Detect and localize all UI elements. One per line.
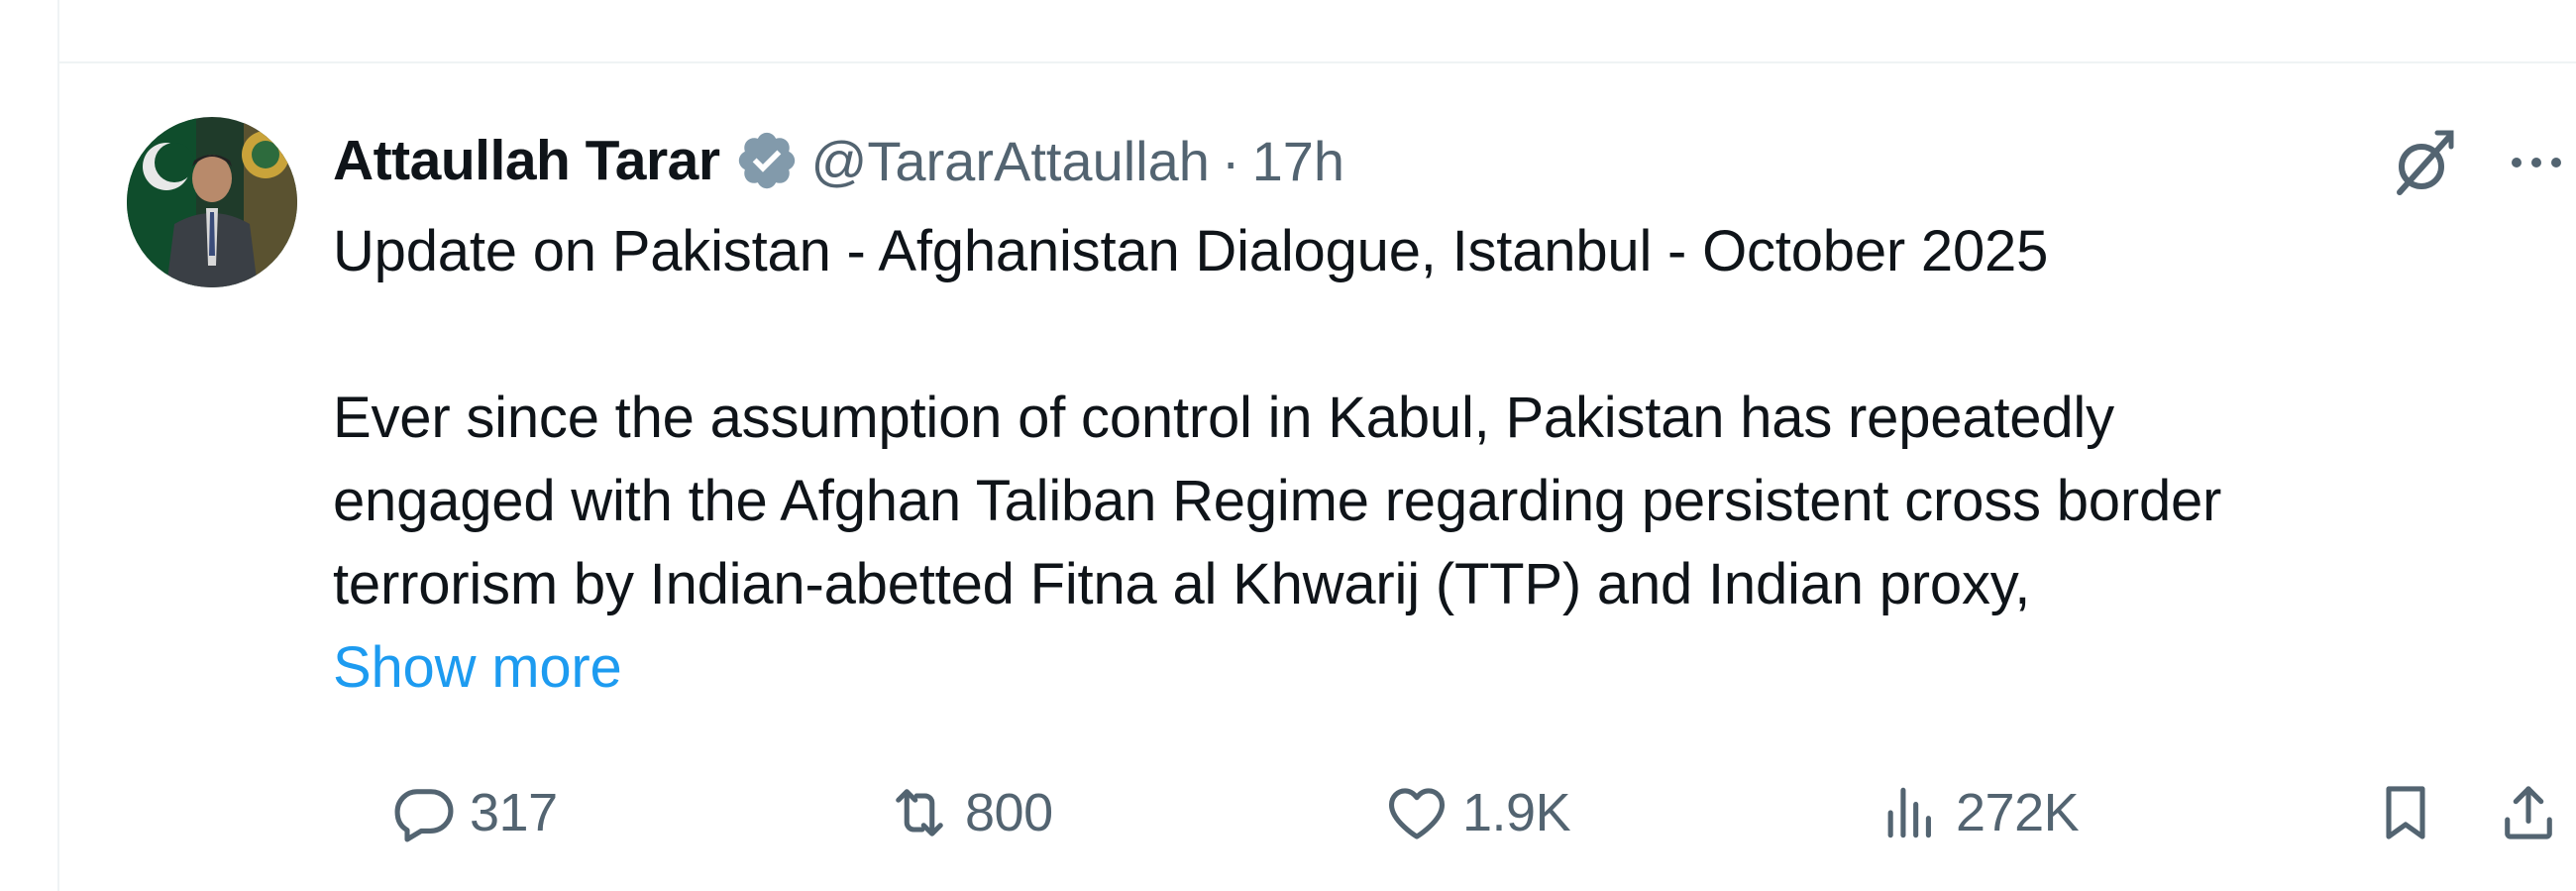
post-text-line: terrorism by Indian-abetted Fitna al Khw… bbox=[333, 552, 2031, 616]
avatar-image bbox=[127, 117, 297, 287]
verified-badge-icon[interactable] bbox=[734, 128, 800, 193]
reply-icon bbox=[394, 789, 454, 842]
repost-button[interactable]: 800 bbox=[886, 773, 1053, 852]
timeline-feed: Attaullah Tarar @TararAttaullah · 17h Up… bbox=[57, 0, 2576, 891]
grok-icon[interactable] bbox=[2386, 125, 2461, 200]
repost-icon bbox=[896, 789, 943, 836]
like-button[interactable]: 1.9K bbox=[1383, 773, 1571, 852]
paragraph-break bbox=[333, 293, 2562, 377]
post-timestamp[interactable]: 17h bbox=[1252, 129, 1344, 193]
bookmark-button[interactable] bbox=[2372, 773, 2439, 852]
like-count: 1.9K bbox=[1462, 783, 1571, 842]
post-actions-bar: 317 800 1.9K 272K bbox=[333, 773, 2576, 852]
reply-count: 317 bbox=[470, 783, 558, 842]
views-button[interactable]: 272K bbox=[1877, 773, 2080, 852]
views-count: 272K bbox=[1956, 783, 2080, 842]
bookmark-icon bbox=[2386, 786, 2425, 839]
author-display-name[interactable]: Attaullah Tarar bbox=[333, 128, 720, 193]
avatar[interactable] bbox=[127, 117, 297, 287]
previous-post-edge bbox=[59, 0, 2576, 63]
post-text-line: Ever since the assumption of control in … bbox=[333, 386, 2114, 450]
post-text-line: engaged with the Afghan Taliban Regime r… bbox=[333, 469, 2222, 533]
heart-icon bbox=[1388, 788, 1446, 839]
show-more-link[interactable]: Show more bbox=[333, 626, 622, 710]
post-text-line: Update on Pakistan - Afghanistan Dialogu… bbox=[333, 219, 2049, 283]
views-chart-icon bbox=[1887, 787, 1931, 838]
separator-dot: · bbox=[1221, 129, 1240, 192]
post-header: Attaullah Tarar @TararAttaullah · 17h bbox=[333, 121, 1344, 200]
author-handle[interactable]: @TararAttaullah bbox=[811, 129, 1210, 193]
more-options-icon[interactable] bbox=[2499, 131, 2574, 194]
repost-count: 800 bbox=[965, 783, 1053, 842]
share-icon bbox=[2505, 786, 2552, 839]
post-text: Update on Pakistan - Afghanistan Dialogu… bbox=[333, 210, 2562, 710]
reply-button[interactable]: 317 bbox=[390, 773, 558, 852]
share-button[interactable] bbox=[2495, 773, 2562, 852]
